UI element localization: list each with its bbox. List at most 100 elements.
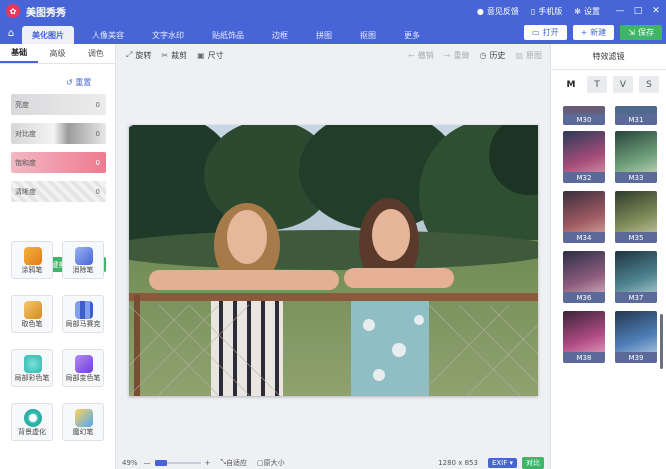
filter-m30[interactable]: M30 bbox=[563, 106, 605, 125]
contrast-slider[interactable]: 对比度 0 bbox=[11, 123, 106, 144]
filter-m33[interactable]: M33 bbox=[615, 131, 657, 183]
filter-m38[interactable]: M38 bbox=[563, 311, 605, 363]
filter-m36[interactable]: M36 bbox=[563, 251, 605, 303]
settings-label: 设置 bbox=[584, 6, 600, 16]
actual-size-button[interactable]: ▢ 原大小 bbox=[257, 458, 285, 468]
crop-button[interactable]: ✂ 裁剪 bbox=[161, 50, 187, 61]
mobile-link[interactable]: ▯ 手机版 bbox=[531, 6, 562, 17]
eraser-pen-label: 消除笔 bbox=[72, 266, 94, 274]
tab-collage[interactable]: 拼图 bbox=[306, 26, 342, 44]
tab-portrait[interactable]: 人像美容 bbox=[82, 26, 134, 44]
filter-m39-label: M39 bbox=[615, 352, 657, 363]
original-button[interactable]: ▨ 原图 bbox=[515, 50, 542, 61]
exif-button[interactable]: EXIF ▾ bbox=[487, 457, 517, 468]
feedback-label: 意见反馈 bbox=[486, 6, 519, 16]
background-blur-tool[interactable]: 背景虚化 bbox=[11, 403, 53, 441]
eraser-pen-tool[interactable]: 消除笔 bbox=[62, 241, 104, 279]
brightness-label: 亮度 bbox=[15, 100, 29, 109]
local-recolor-pen-tool[interactable]: 局部变色笔 bbox=[62, 349, 104, 387]
zoom-out-button[interactable]: — bbox=[144, 459, 151, 467]
filter-m32[interactable]: M32 bbox=[563, 131, 605, 183]
zoom-slider[interactable] bbox=[154, 459, 201, 466]
close-button[interactable]: ✕ bbox=[648, 6, 664, 16]
save-label: 保存 bbox=[638, 28, 654, 37]
open-button[interactable]: ▭ 打开 bbox=[524, 25, 567, 40]
size-button[interactable]: ▣ 尺寸 bbox=[197, 50, 224, 61]
new-button[interactable]: + 新建 bbox=[572, 25, 615, 40]
editing-canvas[interactable] bbox=[116, 66, 550, 456]
contrast-label: 对比度 bbox=[15, 129, 36, 138]
settings-link[interactable]: ✻ 设置 bbox=[574, 6, 600, 17]
minimize-button[interactable]: — bbox=[612, 6, 628, 16]
reset-button[interactable]: ↺ 重置 bbox=[66, 77, 91, 88]
tab-cutout[interactable]: 抠图 bbox=[350, 26, 386, 44]
tab-frame[interactable]: 边框 bbox=[262, 26, 298, 44]
tab-beautify[interactable]: 美化图片 bbox=[22, 26, 74, 44]
new-label: 新建 bbox=[590, 28, 607, 37]
background-blur-icon bbox=[24, 409, 42, 427]
zoom-in-button[interactable]: + bbox=[205, 459, 211, 467]
color-picker-tool[interactable]: 取色笔 bbox=[11, 295, 53, 333]
save-icon: ⇲ bbox=[628, 28, 635, 37]
zoom-level: 49% bbox=[122, 458, 138, 467]
undo-label: 撤销 bbox=[417, 50, 434, 60]
color-picker-icon bbox=[24, 301, 42, 319]
image-icon: ▨ bbox=[515, 50, 523, 60]
redo-label: 重做 bbox=[453, 50, 470, 60]
magic-pen-tool[interactable]: 魔幻笔 bbox=[62, 403, 104, 441]
maximize-button[interactable]: □ bbox=[630, 6, 646, 16]
filter-m35[interactable]: M35 bbox=[615, 191, 657, 243]
filter-tab-v[interactable]: V bbox=[613, 76, 633, 93]
subtab-basic[interactable]: 基础 bbox=[0, 44, 39, 63]
magic-pen-label: 魔幻笔 bbox=[72, 428, 94, 436]
filter-m38-label: M38 bbox=[563, 352, 605, 363]
undo-button[interactable]: ← 撤销 bbox=[408, 50, 434, 61]
filter-m35-label: M35 bbox=[615, 232, 657, 243]
redo-button[interactable]: → 重做 bbox=[444, 50, 470, 61]
fit-button[interactable]: ⤡ 自适应 bbox=[220, 458, 247, 468]
filter-m31-label: M31 bbox=[615, 114, 657, 125]
history-button[interactable]: ◷ 历史 bbox=[479, 50, 505, 61]
tab-stickers[interactable]: 贴纸饰品 bbox=[202, 26, 254, 44]
local-mosaic-tool[interactable]: 局部马赛克 bbox=[62, 295, 104, 333]
filter-m32-label: M32 bbox=[563, 172, 605, 183]
compare-button[interactable]: 对比 bbox=[522, 456, 544, 469]
feedback-link[interactable]: ● 意见反馈 bbox=[477, 6, 519, 17]
local-recolor-pen-label: 局部变色笔 bbox=[65, 374, 101, 382]
magic-pen-icon bbox=[75, 409, 93, 427]
original-label: 原图 bbox=[526, 50, 542, 60]
rotate-button[interactable]: ⤢ 旋转 bbox=[126, 50, 151, 61]
filter-m31[interactable]: M31 bbox=[615, 106, 657, 125]
tab-more[interactable]: 更多 bbox=[394, 26, 430, 44]
brightness-slider[interactable]: 亮度 0 bbox=[11, 94, 106, 115]
subtab-color[interactable]: 调色 bbox=[77, 44, 115, 63]
reset-label: 重置 bbox=[75, 78, 92, 87]
folder-icon: ▭ bbox=[532, 28, 540, 37]
filter-scrollbar[interactable] bbox=[660, 314, 663, 369]
filter-tab-t[interactable]: T bbox=[587, 76, 607, 93]
home-icon[interactable]: ⌂ bbox=[0, 22, 22, 44]
save-button[interactable]: ⇲ 保存 bbox=[620, 25, 662, 40]
reset-icon: ↺ bbox=[66, 78, 76, 87]
app-name: 美图秀秀 bbox=[26, 7, 66, 19]
saturation-label: 饱和度 bbox=[15, 158, 36, 167]
subtab-advanced[interactable]: 高级 bbox=[38, 44, 76, 63]
open-label: 打开 bbox=[542, 28, 559, 37]
edited-photo[interactable] bbox=[129, 125, 538, 396]
filter-tab-m[interactable]: M bbox=[561, 76, 581, 93]
filter-m37[interactable]: M37 bbox=[615, 251, 657, 303]
tab-text-watermark[interactable]: 文字水印 bbox=[142, 26, 194, 44]
clarity-slider[interactable]: 清晰度 0 bbox=[11, 181, 106, 202]
crop-icon: ✂ bbox=[161, 50, 169, 60]
rotate-icon: ⤢ bbox=[126, 50, 133, 59]
filter-m34[interactable]: M34 bbox=[563, 191, 605, 243]
redo-icon: → bbox=[443, 50, 451, 60]
doodle-pen-tool[interactable]: 涂鸦笔 bbox=[11, 241, 53, 279]
filter-m39[interactable]: M39 bbox=[615, 311, 657, 363]
filter-tab-s[interactable]: S bbox=[639, 76, 659, 93]
doodle-pen-label: 涂鸦笔 bbox=[21, 266, 43, 274]
saturation-slider[interactable]: 饱和度 0 bbox=[11, 152, 106, 173]
local-color-pen-tool[interactable]: 局部彩色笔 bbox=[11, 349, 53, 387]
status-bar: 49% — + ⤡ 自适应 ▢ 原大小 1280 x 853 EXIF ▾ 对比 bbox=[116, 456, 550, 469]
zoom-slider-knob[interactable] bbox=[154, 459, 167, 466]
